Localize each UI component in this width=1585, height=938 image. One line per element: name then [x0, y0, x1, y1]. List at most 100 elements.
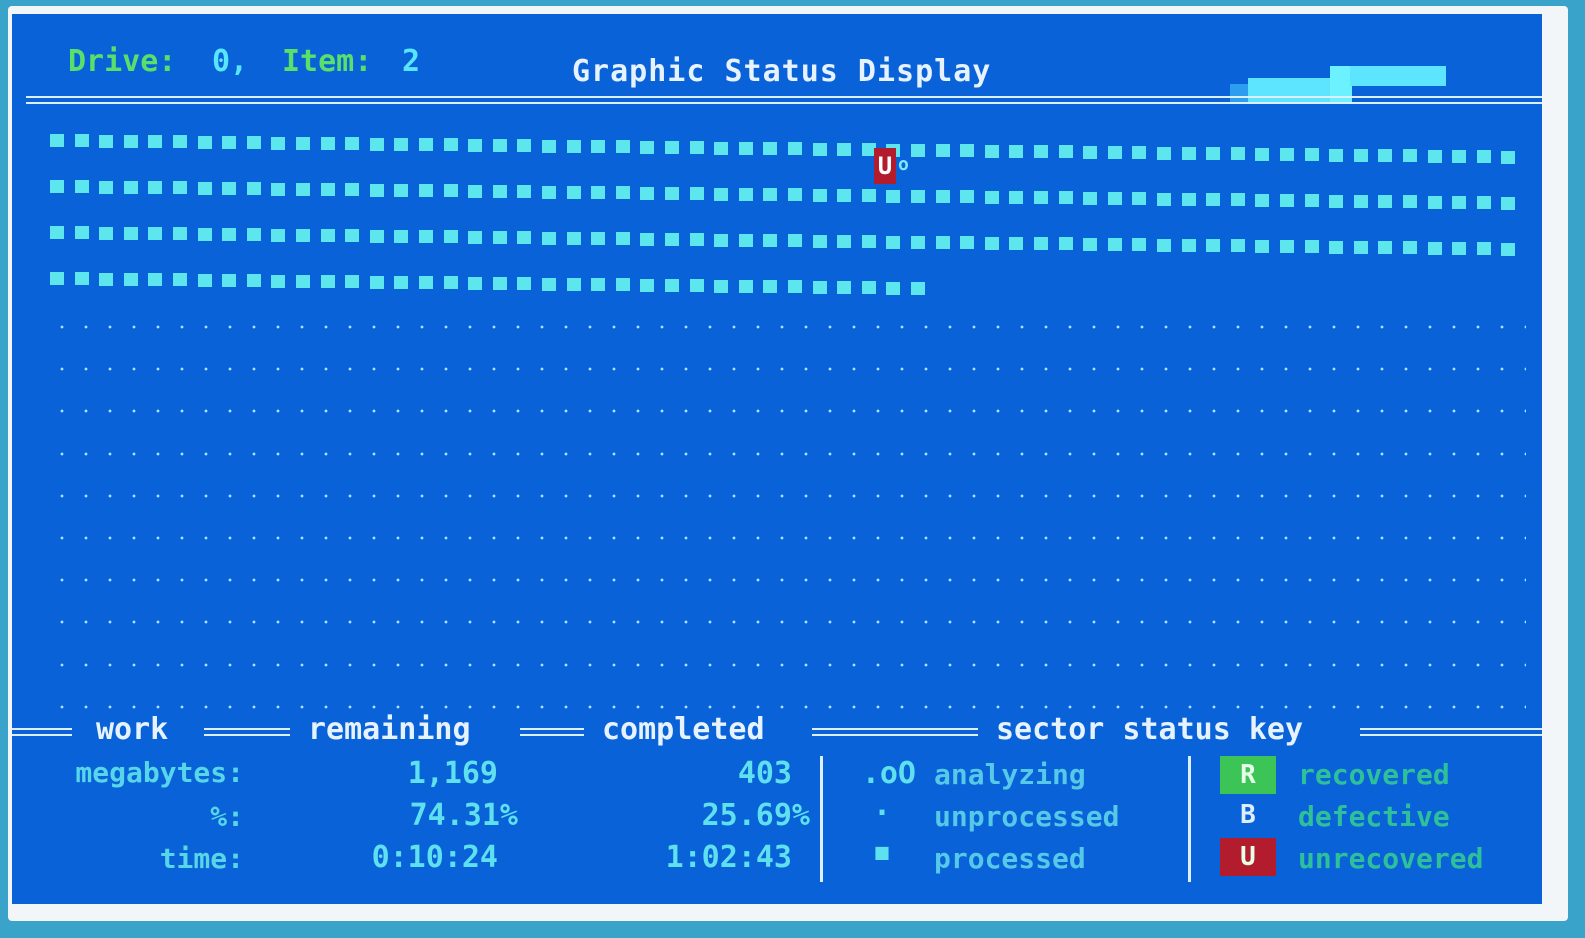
unprocessed-sector-row: [50, 448, 1526, 459]
processed-sector: [1378, 149, 1393, 163]
unprocessed-sector-row: [50, 322, 1526, 332]
processed-sector: [1107, 146, 1122, 160]
processed-sector: [1157, 146, 1171, 160]
processed-sector: [1452, 149, 1467, 163]
processed-sector: [1280, 194, 1294, 207]
processed-sector: [615, 186, 630, 200]
processed-sector: [689, 187, 704, 201]
processed-sector: [246, 228, 261, 242]
processed-sector: [74, 180, 89, 194]
processed-sector: [738, 279, 753, 293]
processed-sector: [665, 187, 679, 200]
processed-sector: [123, 134, 138, 148]
item-label: Item:: [282, 44, 373, 79]
processed-sector: [197, 227, 212, 241]
processed-sector: [443, 184, 458, 198]
processed-sector: [665, 141, 679, 154]
processed-sector: [246, 136, 261, 150]
processed-sector: [1255, 239, 1270, 253]
processed-sector: [1107, 238, 1122, 252]
processed-sector: [296, 274, 310, 288]
processed-sector: [419, 184, 433, 198]
processed-sector: [468, 230, 483, 244]
processed-sector: [542, 139, 556, 153]
processed-sector: [689, 233, 704, 247]
processed-sector: [99, 226, 114, 240]
unprocessed-symbol: ·: [872, 796, 892, 831]
footer-rule: [520, 728, 584, 730]
processed-sector: [591, 140, 606, 154]
percent-completed: 25.69%: [701, 798, 810, 833]
processed-sector: [1132, 238, 1147, 252]
processed-sector: [394, 275, 409, 289]
processed-sector: [738, 141, 753, 155]
time-remaining: 0:10:24: [371, 840, 498, 875]
footer-rule: [812, 728, 978, 730]
processed-sector: [517, 231, 532, 245]
processed-sector: [1157, 238, 1171, 252]
header-divider-top: [26, 96, 1542, 98]
sector-map: [50, 134, 1530, 714]
processed-sector: [812, 280, 827, 294]
processed-sector: [369, 275, 384, 289]
unprocessed-sector-row: [50, 364, 1526, 375]
processed-sector: [788, 142, 802, 156]
processed-sector: [1058, 145, 1073, 159]
processed-sector: [984, 144, 999, 158]
unprocessed-sector-row: [50, 490, 1526, 501]
status-screen: Drive: 0, Item: 2 Graphic Status Display…: [12, 14, 1542, 904]
processed-sector: [935, 190, 950, 204]
processed-sector: [443, 276, 458, 290]
processed-sector: [271, 182, 286, 196]
processed-sector: [812, 142, 827, 156]
processed-sector: [296, 136, 310, 150]
processed-sector: [812, 188, 827, 202]
processed-sector: [861, 281, 876, 295]
processed-sector: [492, 139, 507, 153]
processed-sector: [320, 137, 335, 151]
processed-sector: [689, 141, 704, 155]
processed-sector: [984, 236, 999, 250]
processed-sector: [492, 277, 507, 291]
processed-sector: [911, 235, 925, 249]
processed-sector: [1452, 195, 1467, 209]
processed-sector: [1034, 191, 1048, 205]
unprocessed-sector-row: [50, 659, 1526, 670]
defective-text: defective: [1298, 800, 1450, 833]
processed-sector: [468, 138, 483, 152]
processed-sector: [1427, 149, 1442, 163]
processed-sector: [763, 142, 778, 156]
processed-sector: [1083, 145, 1098, 159]
processed-sector: [911, 143, 925, 157]
processed-sector: [911, 189, 925, 203]
processed-sector: [1230, 193, 1245, 207]
processed-sector: [640, 232, 655, 246]
processed-text: processed: [934, 842, 1086, 875]
processed-sector: [1083, 237, 1098, 251]
processed-sector: [369, 183, 384, 197]
drive-value: 0,: [212, 44, 249, 79]
processed-sector: [812, 234, 827, 248]
processed-sector: [74, 272, 89, 286]
processed-sector: [837, 280, 852, 294]
processed-sector: [1206, 193, 1221, 207]
processed-sector-row: [50, 180, 1526, 210]
analyzing-text: analyzing: [934, 758, 1086, 791]
processed-sector: [788, 280, 802, 294]
processed-sector: [1304, 148, 1319, 162]
processed-sector: [788, 188, 802, 202]
processed-sector: [148, 135, 163, 149]
processed-sector: [935, 144, 950, 158]
processed-sector: [345, 229, 360, 243]
processed-sector: [50, 272, 64, 285]
processed-sector: [763, 188, 778, 202]
analyzing-cursor: o: [898, 154, 909, 175]
processed-sector: [1132, 146, 1147, 160]
processed-sector-row: [50, 134, 1526, 164]
processed-sector: [320, 183, 335, 197]
footer-rule: [204, 728, 290, 730]
processed-sector: [99, 272, 114, 286]
processed-sector: [566, 277, 581, 291]
processed-sector: [271, 136, 286, 150]
processed-sector: [197, 181, 212, 195]
